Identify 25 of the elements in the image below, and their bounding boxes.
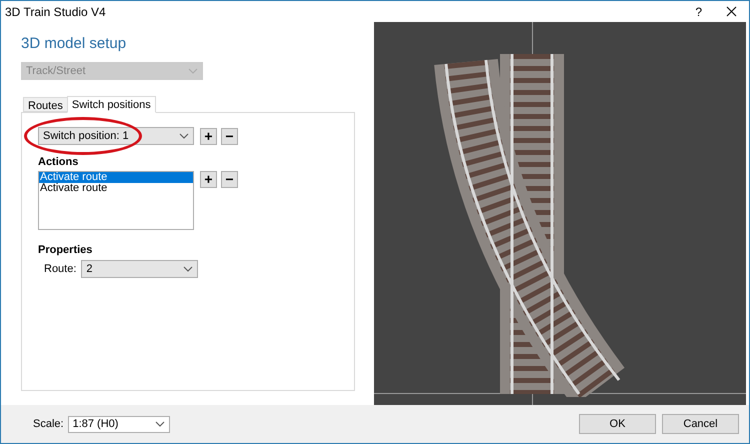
window-title: 3D Train Studio V4 (5, 4, 106, 20)
chevron-down-icon (183, 266, 194, 272)
remove-button[interactable]: − (221, 128, 238, 144)
scale-dropdown[interactable]: 1:87 (H0) (68, 416, 170, 432)
dialog-button[interactable]: Cancel (662, 414, 739, 434)
dialog-button[interactable]: OK (579, 414, 656, 434)
tab[interactable]: Switch positions (66, 96, 156, 113)
scale-label: Scale: (33, 416, 64, 432)
actions-label: Actions (38, 155, 80, 170)
list-item[interactable]: Activate route (39, 182, 193, 194)
chevron-down-icon (179, 133, 189, 139)
help-button[interactable]: ? (695, 2, 702, 20)
tab[interactable]: Routes (23, 97, 67, 112)
remove-button[interactable]: − (221, 170, 238, 188)
list-item[interactable]: Activate route (39, 172, 193, 182)
add-button[interactable]: + (200, 128, 217, 144)
route-dropdown[interactable]: 2 (81, 260, 198, 278)
close-icon[interactable] (726, 6, 737, 17)
switch-position-dropdown[interactable]: Switch position: 1 (38, 127, 194, 145)
chevron-down-icon (154, 421, 165, 427)
add-button[interactable]: + (200, 170, 217, 188)
chevron-down-icon (188, 68, 198, 74)
route-label: Route: (44, 262, 76, 277)
properties-label: Properties (38, 242, 94, 258)
setup-heading: 3D model setup (21, 35, 128, 53)
